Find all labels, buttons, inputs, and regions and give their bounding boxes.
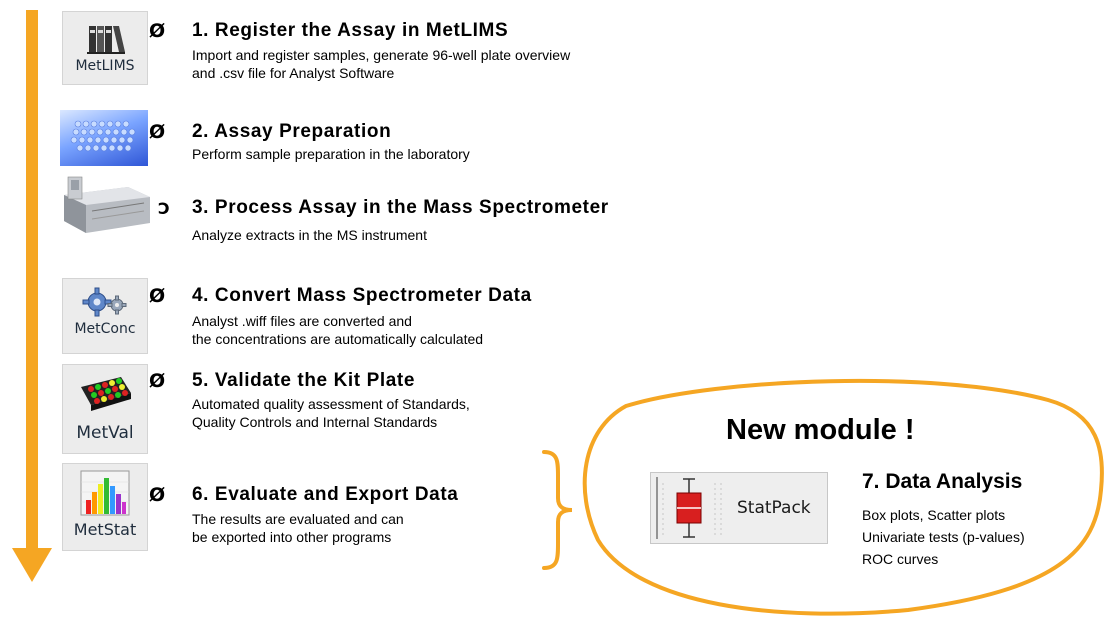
bullet-6: Ø: [149, 484, 166, 506]
metval-icon-tile: MetVal: [62, 364, 148, 454]
step-1-desc-1: Import and register samples, generate 96…: [192, 47, 571, 63]
well-plate-icon: [70, 120, 136, 152]
step-4-desc-2: the concentrations are automatically cal…: [192, 331, 484, 347]
icon-label-metconc: MetConc: [74, 321, 136, 337]
module-7-line-3: ROC curves: [862, 551, 939, 567]
bullet-2: Ø: [149, 121, 166, 143]
metlims-icon-tile: MetLIMS: [62, 11, 148, 85]
kit-plate-icon: [81, 377, 131, 411]
metlims-binders-icon: [87, 26, 125, 54]
step-3-title: 3. Process Assay in the Mass Spectromete…: [192, 197, 609, 218]
bullet-5: Ø: [149, 370, 166, 392]
bullet-1: Ø: [149, 20, 166, 42]
well-plate-tile: [60, 110, 148, 166]
workflow-arrow: [12, 10, 52, 582]
step-5-desc-2: Quality Controls and Internal Standards: [192, 414, 438, 430]
bullet-4: Ø: [149, 285, 166, 307]
bar-chart-icon: [80, 470, 130, 516]
step-4-title: 4. Convert Mass Spectrometer Data: [192, 285, 532, 306]
step-1-title: 1. Register the Assay in MetLIMS: [192, 20, 509, 41]
orange-brace: [542, 450, 573, 570]
step-4-desc-1: Analyst .wiff files are converted and: [192, 313, 412, 329]
step-1-desc-2: and .csv file for Analyst Software: [192, 65, 395, 81]
bullet-3: Ɔ: [158, 199, 170, 218]
step-6-desc-1: The results are evaluated and can: [192, 511, 404, 527]
module-7-line-2: Univariate tests (p-values): [862, 529, 1025, 545]
icon-label-metval: MetVal: [76, 423, 134, 443]
step-6-title: 6. Evaluate and Export Data: [192, 484, 459, 505]
icon-label-metstat: MetStat: [73, 520, 137, 539]
module-7-title: 7. Data Analysis: [862, 470, 1023, 493]
box-plot-icon: [656, 477, 722, 539]
new-module-heading: New module !: [726, 414, 915, 446]
step-5-title: 5. Validate the Kit Plate: [192, 370, 416, 391]
step-2-desc-1: Perform sample preparation in the labora…: [192, 146, 470, 162]
step-3-desc-1: Analyze extracts in the MS instrument: [192, 227, 427, 243]
mass-spectrometer-tile: [58, 175, 154, 237]
module-7-line-1: Box plots, Scatter plots: [862, 507, 1006, 523]
icon-label-metlims: MetLIMS: [75, 58, 135, 74]
mass-spectrometer-icon: [64, 176, 150, 233]
step-5-desc-1: Automated quality assessment of Standard…: [192, 396, 470, 412]
metconc-icon-tile: MetConc: [62, 278, 148, 354]
metstat-icon-tile: MetStat: [62, 463, 148, 551]
statpack-button[interactable]: StatPack: [650, 472, 828, 544]
step-2-title: 2. Assay Preparation: [192, 121, 392, 142]
gears-icon: [82, 287, 127, 317]
statpack-label: StatPack: [737, 498, 811, 518]
step-6-desc-2: be exported into other programs: [192, 529, 392, 545]
